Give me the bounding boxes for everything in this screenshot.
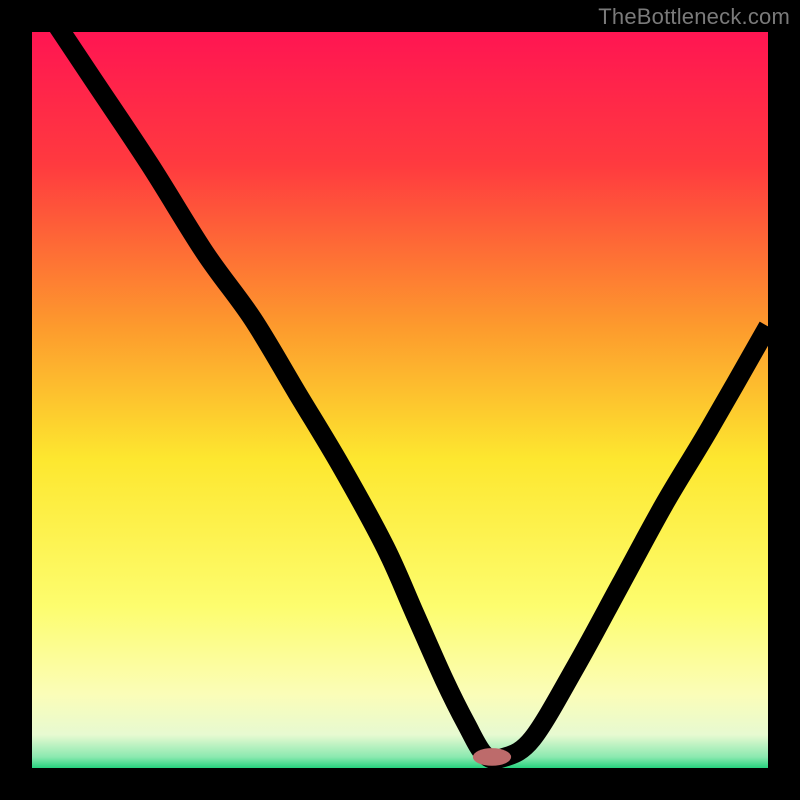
watermark-text: TheBottleneck.com <box>598 4 790 30</box>
chart-frame: TheBottleneck.com <box>0 0 800 800</box>
chart-svg <box>32 32 768 768</box>
plot-area <box>32 32 768 768</box>
optimum-marker <box>473 748 511 766</box>
